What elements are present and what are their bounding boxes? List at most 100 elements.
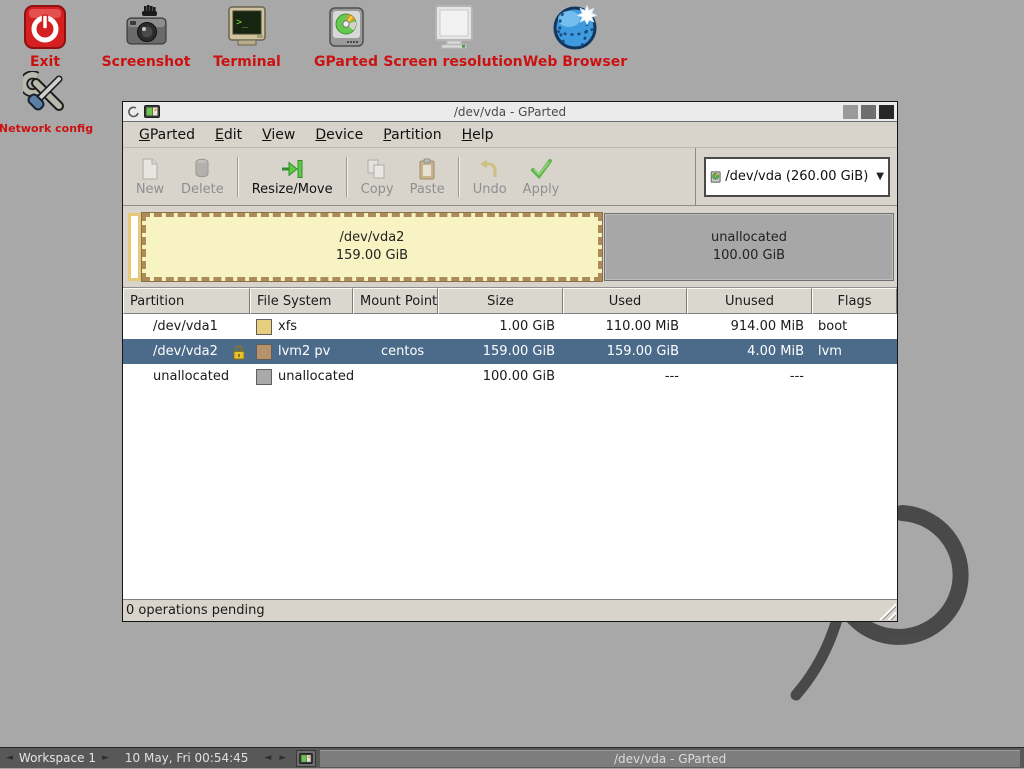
desktop-icon-label: Exit [30, 55, 60, 69]
operations-pending-text: 0 operations pending [126, 603, 265, 618]
device-drive-icon [710, 166, 721, 188]
paste-button[interactable]: Paste [402, 154, 453, 200]
maximize-button[interactable] [861, 105, 876, 119]
column-header-flags[interactable]: Flags [812, 288, 897, 314]
menubar: GParted Edit View Device Partition Help [123, 122, 897, 148]
toolbar-separator [458, 157, 460, 197]
cell-partition: /dev/vda1 [123, 314, 250, 339]
toolbar: New Delete Resize/Move Copy [123, 148, 897, 206]
gparted-drive-icon [322, 3, 370, 51]
undo-icon [478, 157, 502, 181]
screenshot-camera-icon [122, 3, 170, 51]
column-header-size[interactable]: Size [438, 288, 563, 314]
gparted-window: /dev/vda - GParted GParted Edit View Dev… [122, 101, 898, 622]
lock-icon [232, 344, 246, 360]
task-next-icon[interactable]: ► [277, 748, 288, 769]
desktop-icon-label: Screenshot [102, 55, 191, 69]
taskbar-gparted-tile[interactable] [296, 750, 316, 767]
cell-unused: 914.00 MiB [687, 314, 812, 339]
visual-partition-name: /dev/vda2 [340, 229, 405, 247]
visual-partition-name: unallocated [711, 229, 787, 247]
desktop-icon-terminal[interactable]: >_ Terminal [199, 3, 295, 69]
menu-partition[interactable]: Partition [373, 124, 451, 146]
cell-partition: /dev/vda2 [123, 339, 250, 364]
network-config-tools-icon [22, 70, 70, 118]
table-header-row: Partition File System Mount Point Size U… [123, 288, 897, 314]
minimize-button[interactable] [843, 105, 858, 119]
column-header-mountpoint[interactable]: Mount Point [353, 288, 438, 314]
cell-filesystem: xfs [250, 314, 353, 339]
new-document-icon [138, 157, 162, 181]
table-row-vda1[interactable]: /dev/vda1 xfs 1.00 GiB 110.00 MiB 914.00… [123, 314, 897, 339]
resize-move-button[interactable]: Resize/Move [244, 154, 341, 200]
copy-icon [365, 157, 389, 181]
cell-mountpoint: centos [353, 339, 438, 364]
dropdown-arrow-icon: ▼ [872, 171, 884, 182]
apply-button[interactable]: Apply [515, 154, 568, 200]
statusbar: 0 operations pending [123, 599, 897, 621]
apply-check-icon [529, 157, 553, 181]
menu-gparted[interactable]: GParted [129, 124, 205, 146]
toolbar-separator [237, 157, 239, 197]
cell-flags: boot [812, 314, 897, 339]
undo-button[interactable]: Undo [465, 154, 515, 200]
desktop-icon-label: GParted [314, 55, 378, 69]
cell-mountpoint [353, 314, 438, 339]
column-header-used[interactable]: Used [563, 288, 687, 314]
desktop-icon-label: Terminal [213, 55, 281, 69]
desktop-icon-network-config[interactable]: Network config [0, 70, 94, 136]
desktop-icon-screen-resolution[interactable]: Screen resolution [405, 3, 501, 69]
visual-partition-size: 159.00 GiB [336, 247, 408, 265]
visual-partition-vda1[interactable] [128, 213, 141, 281]
paste-icon [415, 157, 439, 181]
column-header-filesystem[interactable]: File System [250, 288, 353, 314]
close-button[interactable] [879, 105, 894, 119]
desktop-icon-label: Web Browser [523, 55, 627, 69]
device-path: /dev/vda [725, 169, 782, 184]
device-selector-zone: /dev/vda (260.00 GiB) ▼ [695, 148, 897, 205]
taskbar-task-gparted[interactable]: /dev/vda - GParted [320, 750, 1020, 767]
taskbar-clock: 10 May, Fri 00:54:45 [125, 751, 249, 765]
desktop-icon-screenshot[interactable]: Screenshot [98, 3, 194, 69]
device-size: (260.00 GiB) [786, 169, 868, 184]
workspace-prev-icon[interactable]: ◄ [4, 748, 15, 769]
menu-help[interactable]: Help [452, 124, 504, 146]
cell-filesystem: unallocated [250, 364, 353, 389]
visual-partition-unallocated[interactable]: unallocated 100.00 GiB [604, 213, 894, 281]
window-titlebar[interactable]: /dev/vda - GParted [123, 102, 897, 122]
table-row-vda2-selected[interactable]: /dev/vda2 lvm2 pv centos 159.00 GiB 159.… [123, 339, 897, 364]
toolbar-separator [346, 157, 348, 197]
column-header-unused[interactable]: Unused [687, 288, 812, 314]
cell-used: --- [563, 364, 687, 389]
delete-partition-button[interactable]: Delete [173, 154, 232, 200]
table-row-unallocated[interactable]: unallocated unallocated 100.00 GiB --- -… [123, 364, 897, 389]
menu-view[interactable]: View [252, 124, 305, 146]
desktop-icon-exit[interactable]: Exit [0, 3, 93, 69]
task-prev-icon[interactable]: ◄ [262, 748, 273, 769]
column-header-partition[interactable]: Partition [123, 288, 250, 314]
desktop-icon-web-browser[interactable]: Web Browser [527, 3, 623, 69]
cell-size: 159.00 GiB [438, 339, 563, 364]
cell-used: 110.00 MiB [563, 314, 687, 339]
gparted-task-icon [299, 753, 313, 764]
cell-size: 100.00 GiB [438, 364, 563, 389]
exit-icon [21, 3, 69, 51]
new-partition-button[interactable]: New [127, 154, 173, 200]
device-selector[interactable]: /dev/vda (260.00 GiB) ▼ [704, 157, 890, 197]
resize-grip[interactable] [879, 603, 896, 620]
menu-device[interactable]: Device [305, 124, 373, 146]
menu-edit[interactable]: Edit [205, 124, 252, 146]
desktop-icon-label: Screen resolution [383, 55, 522, 69]
workspace-next-icon[interactable]: ► [100, 748, 111, 769]
desktop-icon-gparted[interactable]: GParted [298, 3, 394, 69]
resize-move-icon [279, 157, 305, 181]
visual-partition-vda2-selected[interactable]: /dev/vda2 159.00 GiB [142, 213, 602, 281]
cell-unused: 4.00 MiB [687, 339, 812, 364]
cell-partition: unallocated [123, 364, 250, 389]
window-title: /dev/vda - GParted [123, 102, 897, 122]
cell-filesystem: lvm2 pv [250, 339, 353, 364]
workspace-label: Workspace 1 [19, 751, 96, 765]
filesystem-color-swatch [256, 369, 272, 385]
cell-size: 1.00 GiB [438, 314, 563, 339]
copy-button[interactable]: Copy [353, 154, 402, 200]
